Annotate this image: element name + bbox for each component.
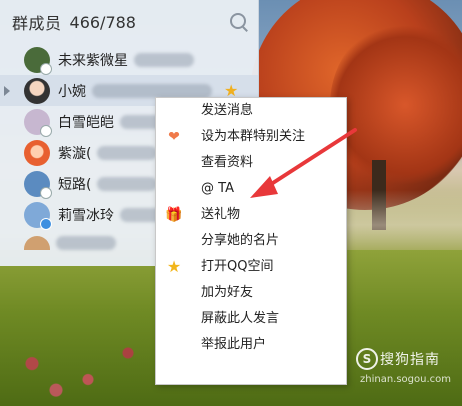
member-name: 紫漩(	[58, 145, 92, 162]
watermark-url: zhinan.sogou.com	[360, 374, 452, 385]
star-icon: ★	[166, 257, 182, 276]
heart-icon: ❤	[168, 129, 180, 145]
menu-item-send-gift[interactable]: 🎁 送礼物	[156, 202, 346, 228]
avatar	[24, 46, 52, 75]
redacted-text	[56, 236, 116, 250]
panel-title: 群成员	[12, 14, 62, 33]
redacted-text	[134, 52, 194, 67]
menu-item-at-ta[interactable]: @ TA	[156, 176, 346, 202]
sogou-watermark: S 搜狗指南 zhinan.sogou.com	[356, 348, 460, 404]
gift-icon: 🎁	[165, 207, 183, 223]
avatar	[24, 139, 50, 166]
menu-item-block[interactable]: 屏蔽此人发言	[156, 306, 346, 332]
member-context-menu: 发送消息 ❤ 设为本群特别关注 查看资料 @ TA 🎁 送礼物 分享她的名片 ★…	[155, 97, 347, 385]
menu-item-view-profile[interactable]: 查看资料	[156, 150, 346, 176]
avatar	[24, 170, 52, 199]
redacted-text	[97, 176, 158, 191]
member-name: 莉雪冰玲	[58, 207, 114, 224]
menu-item-share-card[interactable]: 分享她的名片	[156, 228, 346, 254]
collapse-arrow-icon[interactable]	[4, 86, 10, 96]
avatar	[24, 201, 52, 230]
menu-item-send-message[interactable]: 发送消息	[156, 98, 346, 124]
redacted-text	[97, 145, 158, 160]
menu-item-add-friend[interactable]: 加为好友	[156, 280, 346, 306]
menu-item-report[interactable]: 举报此用户	[156, 332, 346, 358]
avatar	[24, 77, 50, 104]
member-name: 白雪皑皑	[58, 114, 114, 131]
menu-item-open-qzone[interactable]: ★ 打开QQ空间	[156, 254, 346, 280]
menu-item-special-follow[interactable]: ❤ 设为本群特别关注	[156, 124, 346, 150]
member-row[interactable]: 未来紫微星	[0, 44, 258, 75]
search-icon[interactable]	[230, 13, 248, 32]
member-count: 466/788	[69, 12, 136, 32]
member-name: 未来紫微星	[58, 52, 128, 69]
member-name: 短路(	[58, 176, 92, 193]
avatar	[24, 108, 52, 137]
avatar	[24, 236, 50, 250]
watermark-text: 搜狗指南	[380, 352, 440, 368]
panel-header: 群成员 466/788	[0, 0, 258, 44]
sogou-logo-icon: S	[356, 348, 378, 370]
member-name: 小婉	[58, 83, 86, 100]
redacted-text	[92, 83, 212, 98]
